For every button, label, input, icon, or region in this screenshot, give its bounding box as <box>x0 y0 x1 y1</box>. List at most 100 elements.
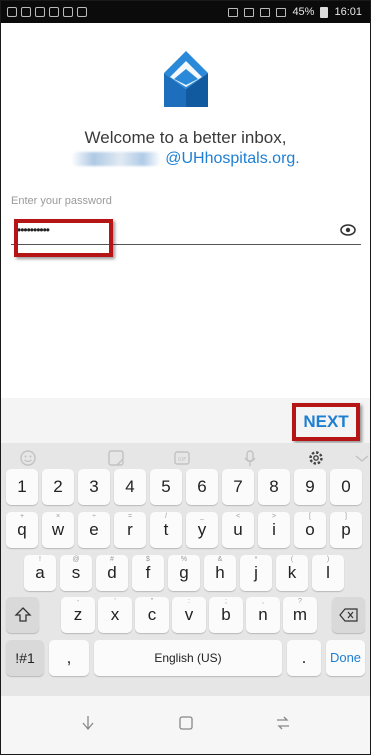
key-6[interactable]: 6 <box>186 469 218 505</box>
sticker-icon[interactable] <box>107 449 125 467</box>
key-v[interactable]: :v <box>172 597 206 633</box>
next-bar: NEXT <box>1 398 370 443</box>
key-hint: % <box>180 556 188 563</box>
shift-arrow-icon <box>13 607 32 622</box>
key-label: 8 <box>269 477 279 496</box>
key-s[interactable]: @ s <box>60 555 92 591</box>
key-hint: ! <box>39 556 41 563</box>
key-h[interactable]: & h <box>204 555 236 591</box>
settings-gear-icon[interactable] <box>307 449 325 467</box>
key-hint: ) <box>326 556 330 563</box>
key-hint: $ <box>146 556 150 563</box>
key-l[interactable]: ) l <box>312 555 344 591</box>
key-hint: : <box>188 598 190 605</box>
bluetooth-icon <box>228 7 239 17</box>
key-label: p <box>341 520 351 539</box>
key-5[interactable]: 5 <box>150 469 182 505</box>
key-hint: / <box>165 513 167 520</box>
key-label: h <box>215 563 225 582</box>
key-hint: ] <box>345 513 347 520</box>
space-key[interactable]: English (US) <box>94 640 282 676</box>
key-o[interactable]: [o <box>294 512 326 548</box>
collapse-chevron-icon[interactable] <box>353 449 371 467</box>
gif-icon[interactable]: GIF <box>173 449 191 467</box>
notification-icon <box>35 7 45 17</box>
symbols-key[interactable]: !#1 <box>6 640 44 676</box>
key-label: q <box>17 520 27 539</box>
key-q[interactable]: + q <box>6 512 38 548</box>
notification-icon <box>77 7 87 17</box>
key-i[interactable]: > i <box>258 512 290 548</box>
phone-screen: 45% 16:01 Welcome to a better inbox, @UH… <box>0 0 371 755</box>
key-label: u <box>233 520 243 539</box>
key-g[interactable]: % g <box>168 555 200 591</box>
key-label: w <box>51 520 65 539</box>
key-u[interactable]: < u <box>222 512 254 548</box>
key-hint: & <box>217 556 223 563</box>
outlook-envelope-logo-icon <box>164 51 208 107</box>
mute-icon <box>244 7 255 17</box>
key-y[interactable]: _ y <box>186 512 218 548</box>
key-0[interactable]: 0 <box>330 469 362 505</box>
key-label: o <box>305 520 315 539</box>
key-8[interactable]: 8 <box>258 469 290 505</box>
key-n[interactable]: ,n <box>246 597 280 633</box>
key-b[interactable]: ; b <box>209 597 243 633</box>
key-label: r <box>127 520 133 539</box>
period-key[interactable]: . <box>287 640 321 676</box>
key-w[interactable]: × w <box>42 512 74 548</box>
shift-key[interactable] <box>6 597 39 633</box>
home-square-icon[interactable] <box>177 714 195 732</box>
key-label: 2 <box>53 477 63 496</box>
key-k[interactable]: (k <box>276 555 308 591</box>
key-x[interactable]: ' x <box>98 597 132 633</box>
key-j[interactable]: * j <box>240 555 272 591</box>
backspace-key[interactable] <box>332 597 365 633</box>
key-e[interactable]: ÷ e <box>78 512 110 548</box>
next-button[interactable]: NEXT <box>292 403 360 441</box>
key-hint: ( <box>290 556 294 563</box>
key-3[interactable]: 3 <box>78 469 110 505</box>
key-label: n <box>258 605 268 624</box>
key-hint: < <box>235 513 241 520</box>
key-1[interactable]: 1 <box>6 469 38 505</box>
signal-icon <box>276 7 287 17</box>
key-hint: , <box>262 598 264 605</box>
back-arrow-icon[interactable] <box>79 714 97 732</box>
key-z[interactable]: -z <box>61 597 95 633</box>
key-label: x <box>110 605 120 624</box>
key-label: j <box>254 563 258 582</box>
key-m[interactable]: ? m <box>283 597 317 633</box>
key-9[interactable]: 9 <box>294 469 326 505</box>
notification-icon <box>63 7 73 17</box>
key-hint: ' <box>114 598 116 605</box>
key-r[interactable]: = r <box>114 512 146 548</box>
key-f[interactable]: $ f <box>132 555 164 591</box>
recent-apps-icon[interactable] <box>274 714 292 732</box>
comma-key[interactable]: , <box>49 640 89 676</box>
email-domain: @UHhospitals.org. <box>165 150 300 167</box>
key-t[interactable]: / t <box>150 512 182 548</box>
key-label: i <box>272 520 276 539</box>
key-a[interactable]: ! a <box>24 555 56 591</box>
key-label: g <box>179 563 189 582</box>
svg-text:GIF: GIF <box>178 457 186 463</box>
key-hint: _ <box>200 513 204 520</box>
wifi-icon <box>260 7 271 17</box>
key-p[interactable]: ] p <box>330 512 362 548</box>
email-address: @UHhospitals.org. <box>1 150 370 168</box>
microphone-icon[interactable] <box>241 449 259 467</box>
key-4[interactable]: 4 <box>114 469 146 505</box>
key-7[interactable]: 7 <box>222 469 254 505</box>
key-hint: ? <box>298 598 302 605</box>
emoji-icon[interactable] <box>19 449 37 467</box>
key-hint: × <box>55 513 61 520</box>
key-c[interactable]: " c <box>135 597 169 633</box>
key-d[interactable]: # d <box>96 555 128 591</box>
show-password-eye-icon[interactable] <box>339 221 357 239</box>
key-label: 9 <box>305 477 315 496</box>
welcome-text: Welcome to a better inbox, <box>84 128 287 147</box>
key-2[interactable]: 2 <box>42 469 74 505</box>
key-label: m <box>292 605 308 624</box>
done-key[interactable]: Done <box>326 640 365 676</box>
